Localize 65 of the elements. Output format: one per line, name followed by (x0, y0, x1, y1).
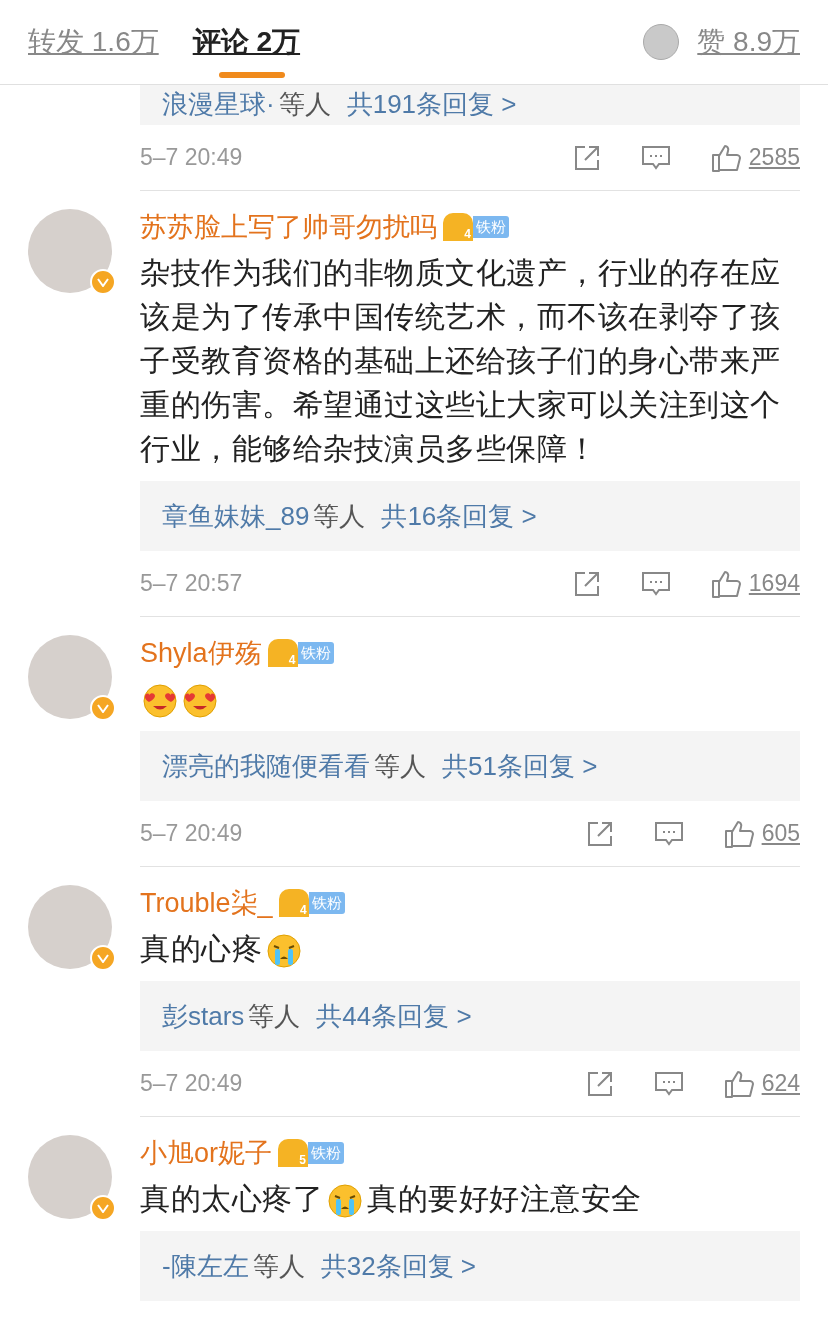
reply-others: 等人 (248, 999, 301, 1033)
replies-box[interactable]: 彭stars等人 共44条回复 > (140, 981, 800, 1051)
crown-level-badge: 5 (278, 1139, 308, 1167)
reply-users: 浪漫星球· (162, 88, 275, 121)
comment-time: 5–7 20:49 (140, 1069, 244, 1099)
tab-indicator (218, 72, 285, 78)
fan-badge: 铁粉 (473, 216, 509, 238)
like-count[interactable]: 624 (761, 1066, 800, 1101)
reply-others: 等人 (278, 88, 331, 121)
fan-badge: 铁粉 (297, 642, 334, 664)
like-count[interactable]: 2585 (748, 140, 800, 175)
user-name[interactable]: 苏苏脸上写了帅哥勿扰吗 (140, 206, 437, 248)
thumbs-up-icon[interactable] (723, 818, 756, 849)
crying-emoji-icon (327, 1183, 363, 1220)
reply-count-link[interactable]: 共191条回复 > (346, 85, 517, 124)
thumbs-up-icon[interactable] (710, 568, 743, 599)
comment-icon[interactable] (653, 819, 684, 848)
comment-time: 5–7 20:49 (140, 819, 244, 849)
reply-count-link[interactable]: 共44条回复 > (316, 996, 472, 1036)
share-icon[interactable] (572, 569, 601, 598)
reply-count-link[interactable]: 共32条回复 > (320, 1246, 476, 1286)
reply-users: 章鱼妹妹_89 (162, 499, 310, 533)
like-count[interactable]: 1694 (748, 566, 800, 601)
tab[interactable]: 转发 1.6万 (28, 21, 159, 63)
share-icon[interactable] (585, 1069, 614, 1098)
fan-badge: 铁粉 (308, 1142, 344, 1164)
like-count[interactable]: 605 (761, 816, 800, 851)
reply-users: 漂亮的我随便看看 (162, 749, 370, 783)
comment-text: 杂技作为我们的非物质文化遗产，行业的存在应该是为了传承中国传统艺术，而不该在剥夺了孩子受教育资格的基础上还给孩子们的身心带来严重的伤害。希望通过这些让大家可以关注到这个行业，能够给杂技演员多些保障！ (140, 256, 781, 465)
user-name[interactable]: Trouble柒_ (140, 882, 273, 924)
reply-users: -陳左左 (162, 1249, 249, 1283)
comment-time: 5–7 20:57 (140, 569, 244, 599)
comment-icon[interactable] (640, 569, 671, 598)
share-icon[interactable] (572, 143, 601, 172)
reply-count-link[interactable]: 共51条回复 > (442, 746, 598, 786)
comment-text: 真的心疼 (140, 932, 262, 965)
replies-box[interactable]: 浪漫星球·等人 共191条回复 > (140, 85, 800, 125)
comment-time: 5–7 20:49 (140, 143, 244, 173)
replies-box[interactable]: 章鱼妹妹_89等人 共16条回复 > (140, 481, 800, 551)
crown-level-badge: 4 (443, 213, 473, 241)
reply-others: 等人 (374, 749, 426, 783)
love-emoji-icon (182, 683, 218, 720)
crown-level-badge: 4 (267, 639, 298, 667)
user-name[interactable]: 小旭or妮子 (140, 1132, 272, 1174)
comment-icon[interactable] (640, 143, 671, 172)
reply-count-link[interactable]: 共16条回复 > (381, 496, 537, 536)
tab[interactable]: 评论 2万 (192, 21, 301, 63)
comment-text: 真的要好好注意安全 (367, 1182, 642, 1215)
reply-others: 等人 (252, 1249, 305, 1283)
love-emoji-icon (142, 683, 178, 720)
thumbs-up-icon[interactable] (710, 142, 743, 173)
replies-box[interactable]: -陳左左 等人 共32条回复 > (140, 1231, 800, 1301)
thumbs-up-icon[interactable] (723, 1068, 756, 1099)
share-icon[interactable] (585, 819, 614, 848)
crown-level-badge: 4 (278, 889, 309, 917)
replies-box[interactable]: 漂亮的我随便看看 等人 共51条回复 > (140, 731, 800, 801)
comment-text: 真的太心疼了 (140, 1182, 323, 1215)
reply-users: 彭stars (162, 999, 245, 1033)
user-name[interactable]: Shyla伊殇 (140, 632, 262, 674)
crying-emoji-icon (266, 933, 302, 970)
avatar-placeholder (643, 24, 680, 60)
comment-icon[interactable] (653, 1069, 684, 1098)
likes-tab[interactable]: 赞 8.9万 (697, 21, 800, 63)
fan-badge: 铁粉 (308, 892, 345, 914)
reply-others: 等人 (313, 499, 366, 533)
